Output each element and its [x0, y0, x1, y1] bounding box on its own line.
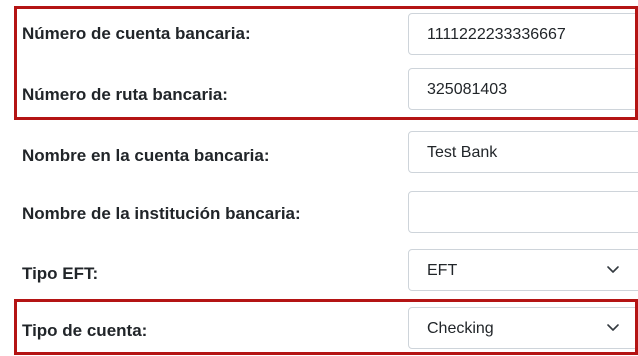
form-row-eft-type: Tipo EFT: EFT — [0, 246, 638, 302]
routing-number-value: 325081403 — [427, 81, 508, 98]
eft-type-value: EFT — [427, 262, 458, 279]
eft-type-label: Tipo EFT: — [22, 264, 99, 283]
account-number-value: 1111222233336667 — [427, 26, 566, 43]
form-row-account-number: Número de cuenta bancaria: 1111222233336… — [0, 6, 638, 62]
account-number-field[interactable]: 1111222233336667 — [408, 13, 638, 55]
account-name-value: Test Bank — [427, 144, 498, 161]
form-row-routing-number: Número de ruta bancaria: 325081403 — [0, 63, 638, 119]
account-type-value: Checking — [427, 320, 494, 337]
institution-name-field[interactable] — [408, 191, 638, 233]
account-number-label: Número de cuenta bancaria: — [22, 24, 251, 43]
account-type-select[interactable]: Checking — [408, 307, 638, 349]
routing-number-label: Número de ruta bancaria: — [22, 85, 228, 104]
account-name-label: Nombre en la cuenta bancaria: — [22, 146, 270, 165]
account-type-label: Tipo de cuenta: — [22, 321, 148, 340]
eft-type-select[interactable]: EFT — [408, 249, 638, 291]
form-row-account-type: Tipo de cuenta: Checking — [0, 300, 638, 356]
chevron-down-icon — [607, 266, 619, 273]
institution-name-label: Nombre de la institución bancaria: — [22, 204, 301, 223]
form-row-institution-name: Nombre de la institución bancaria: — [0, 188, 638, 244]
form-row-account-name: Nombre en la cuenta bancaria: Test Bank — [0, 126, 638, 182]
chevron-down-icon — [607, 324, 619, 331]
account-name-field[interactable]: Test Bank — [408, 131, 638, 173]
routing-number-field[interactable]: 325081403 — [408, 68, 638, 110]
